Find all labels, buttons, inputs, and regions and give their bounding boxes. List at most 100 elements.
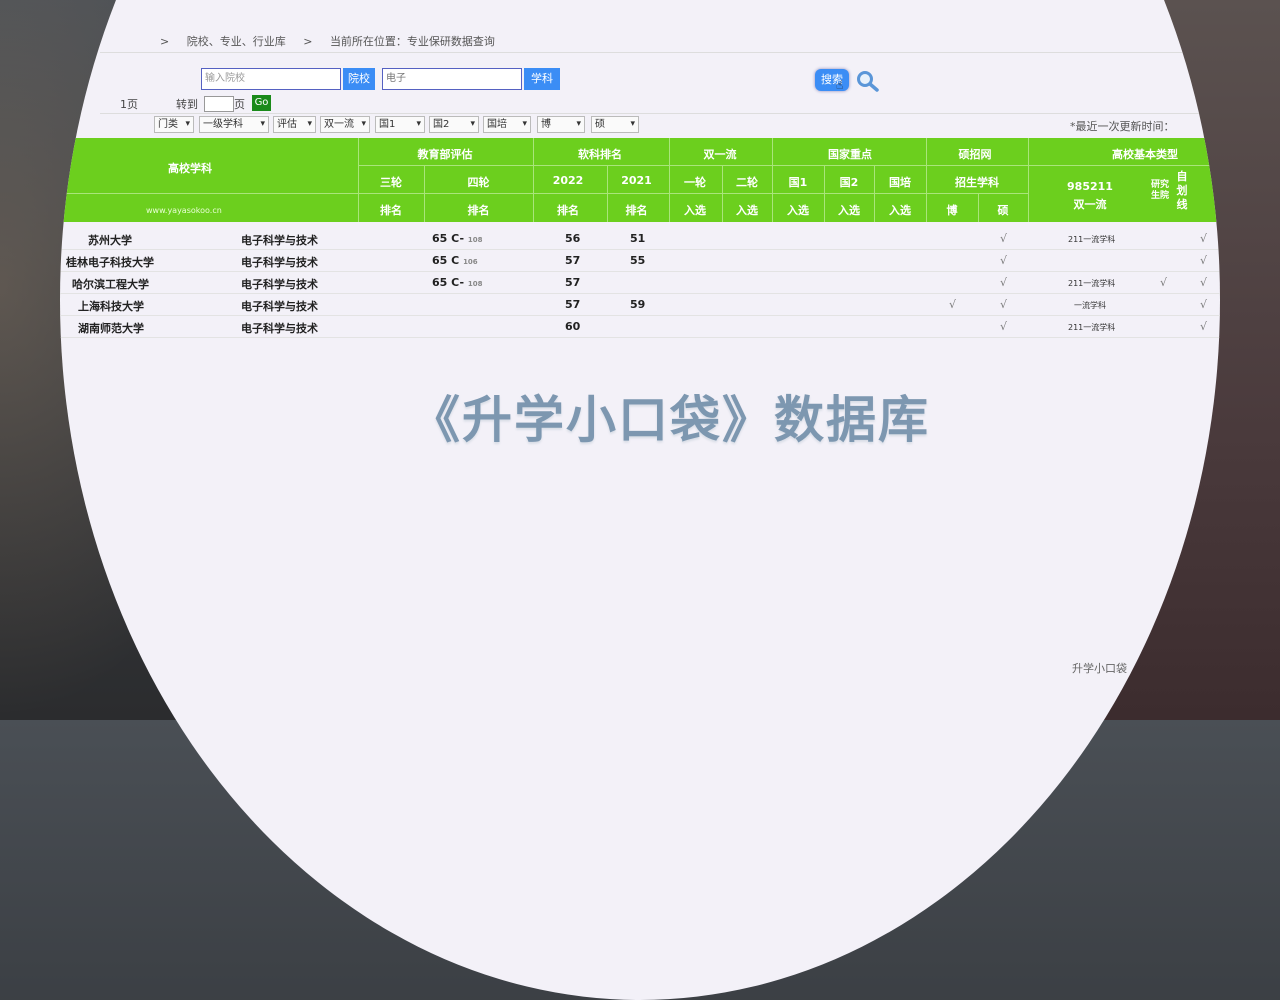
header-national-key: 国家重点 [828, 148, 872, 161]
header-double-first-type: 双一流 [1073, 198, 1107, 211]
master-check: √ [1000, 298, 1008, 311]
grad-check: √ [1160, 276, 1168, 289]
chevron-down-icon: ▾ [470, 119, 475, 129]
filter-master[interactable]: 硕 ▾ [591, 116, 639, 133]
table-row[interactable]: 上海科技大学 电子科学与技术 57 59 √ √ 一流学科 √ [60, 293, 1220, 316]
chevron-down-icon: ▾ [185, 119, 190, 129]
header-selected-5: 入选 [889, 204, 911, 217]
header-national-cultivate: 国培 [889, 176, 911, 189]
filter-double-first[interactable]: 双一流 ▾ [320, 116, 370, 133]
filter-first-level[interactable]: 一级学科 ▾ [199, 116, 269, 133]
page-number-input[interactable] [204, 96, 234, 112]
master-check: √ [1000, 276, 1008, 289]
header-round3: 三轮 [380, 176, 402, 189]
filter-national-2[interactable]: 国2 ▾ [429, 116, 479, 133]
major-name: 电子科学与技术 [241, 234, 318, 247]
header-round4: 四轮 [467, 176, 490, 189]
major-name: 电子科学与技术 [241, 322, 318, 335]
header-shuozhao: 硕招网 [958, 148, 992, 161]
header-round-2: 二轮 [736, 176, 758, 189]
chevron-down-icon: ▾ [630, 119, 635, 129]
header-double-first: 双一流 [703, 148, 737, 161]
breadcrumb-link-library[interactable]: 院校、专业、行业库 [187, 35, 286, 48]
rank-2021: 51 [630, 232, 646, 245]
self-line-check: √ [1200, 232, 1208, 245]
header-rank-2021: 排名 [625, 204, 648, 217]
header-master: 硕 [997, 204, 1009, 217]
major-search-input[interactable]: 电子 [382, 68, 522, 90]
table-row[interactable]: 湖南师范大学 电子科学与技术 60 √ 211一流学科 √ [60, 315, 1220, 338]
header-ruanke-ranking: 软科排名 [578, 148, 622, 161]
major-name: 电子科学与技术 [241, 300, 318, 313]
last-update-label: *最近一次更新时间： [1070, 120, 1175, 133]
circular-view: > 院校、专业、行业库 > 当前所在位置：专业保研数据查询 输入院校 院校 电子… [60, 0, 1220, 1000]
table-row[interactable]: 哈尔滨工程大学 电子科学与技术 65 C- 108 57 √ 211一流学科 √… [60, 271, 1220, 294]
table-row[interactable]: 桂林电子科技大学 电子科学与技术 65 C 106 57 55 √ √ [60, 249, 1220, 272]
filter-national-cultivate[interactable]: 国培 ▾ [483, 116, 531, 133]
filter-evaluation[interactable]: 评估 ▾ [273, 116, 316, 133]
divider [100, 113, 1200, 114]
rank-2021: 55 [630, 254, 646, 267]
page-unit-label: 页 [234, 98, 245, 111]
chevron-down-icon: ▾ [576, 119, 581, 129]
header-2021: 2021 [621, 174, 652, 187]
filter-category[interactable]: 门类 ▾ [154, 116, 194, 133]
school-name[interactable]: 桂林电子科技大学 [66, 254, 154, 270]
go-button[interactable]: Go [252, 95, 271, 111]
master-check: √ [1000, 320, 1008, 333]
header-985211: 985211 [1067, 180, 1113, 193]
school-search-input[interactable]: 输入院校 [201, 68, 341, 90]
breadcrumb-separator: > [303, 35, 313, 48]
rank-2022: 57 [565, 276, 581, 289]
major-name: 电子科学与技术 [241, 256, 318, 269]
chevron-down-icon: ▾ [260, 119, 265, 129]
chevron-down-icon: ▾ [361, 119, 366, 129]
rank-2022: 57 [565, 254, 581, 267]
school-name[interactable]: 苏州大学 [88, 232, 132, 248]
header-moe-evaluation: 教育部评估 [417, 148, 473, 161]
search-button[interactable]: 搜索 [815, 69, 849, 91]
round4-rank: 65 C 106 [432, 254, 478, 267]
school-search-button[interactable]: 院校 [343, 68, 375, 90]
header-selected-4: 入选 [838, 204, 860, 217]
breadcrumb-separator: > [160, 35, 170, 48]
chevron-down-icon: ▾ [522, 119, 527, 129]
filter-national-1[interactable]: 国1 ▾ [375, 116, 425, 133]
basic-type: 一流学科 [1074, 301, 1106, 310]
goto-label: 转到 [176, 98, 198, 111]
major-name: 电子科学与技术 [241, 278, 318, 291]
header-rank-round3: 排名 [380, 204, 402, 217]
rank-2022: 57 [565, 298, 581, 311]
header-selected-2: 入选 [736, 204, 758, 217]
filter-phd[interactable]: 博 ▾ [537, 116, 585, 133]
header-grad-school: 研究生院 [1150, 180, 1169, 201]
school-name[interactable]: 哈尔滨工程大学 [72, 276, 149, 292]
header-basic-type: 高校基本类型 [1112, 148, 1178, 161]
basic-type: 211一流学科 [1068, 279, 1116, 288]
header-school-major: 高校学科 [168, 162, 212, 175]
phd-check: √ [949, 298, 957, 311]
header-selected-1: 入选 [684, 204, 706, 217]
basic-type: 211一流学科 [1068, 235, 1116, 244]
table-row[interactable]: 苏州大学 电子科学与技术 65 C- 108 56 51 √ 211一流学科 √ [60, 227, 1220, 250]
header-rank-round4: 排名 [467, 204, 490, 217]
basic-type: 211一流学科 [1068, 323, 1116, 332]
school-name[interactable]: 湖南师范大学 [78, 320, 144, 336]
master-check: √ [1000, 232, 1008, 245]
master-check: √ [1000, 254, 1008, 267]
search-icon[interactable] [856, 70, 880, 92]
school-name[interactable]: 上海科技大学 [78, 298, 144, 314]
website-watermark: www.yayasokoo.cn [146, 206, 222, 215]
header-selected-3: 入选 [787, 204, 809, 217]
round4-rank: 65 C- 108 [432, 232, 483, 245]
self-line-check: √ [1200, 320, 1208, 333]
breadcrumb-current: 当前所在位置：专业保研数据查询 [329, 35, 495, 48]
major-search-button[interactable]: 学科 [524, 68, 560, 90]
breadcrumb: > 院校、专业、行业库 > 当前所在位置：专业保研数据查询 [160, 33, 509, 49]
header-rank-2022: 排名 [557, 204, 579, 217]
header-2022: 2022 [552, 174, 584, 187]
self-line-check: √ [1200, 276, 1208, 289]
round4-rank: 65 C- 108 [432, 276, 483, 289]
header-enroll-subject: 招生学科 [955, 176, 999, 189]
footer-watermark: 升学小口袋 [1072, 662, 1127, 675]
